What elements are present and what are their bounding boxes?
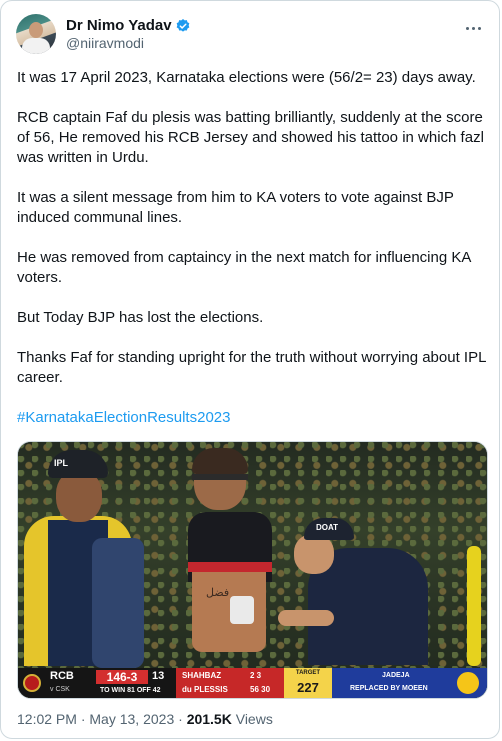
target-block: TARGET 227 [284,668,332,698]
team-block: RCB v CSK [46,668,96,698]
name-row: Dr Nimo Yadav [66,17,191,34]
arm-guard [230,596,254,624]
verified-badge-icon [176,18,189,32]
separator: · [178,711,183,727]
team-name: RCB [50,670,74,682]
tweet-header: Dr Nimo Yadav @niiravmodi [16,14,191,54]
tweet-paragraph: He was removed from captaincy in the nex… [17,249,471,286]
tweet-paragraph: Thanks Faf for standing upright for the … [17,349,486,386]
player-faf: فضل [184,446,294,665]
head [294,534,334,574]
tweet-image[interactable]: IPL فضل DOAT RCB v CSK 146-3 13 TO WIN 8… [17,441,488,699]
cap-logo: IPL [54,458,69,468]
rcb-logo-icon [18,668,46,698]
score-block: 146-3 13 TO WIN 81 OFF 42 [96,668,176,698]
scoreboard: RCB v CSK 146-3 13 TO WIN 81 OFF 42 SHAH… [18,668,487,698]
more-options-icon[interactable] [463,17,485,39]
author-handle[interactable]: @niiravmodi [66,35,191,51]
need-text: TO WIN 81 OFF 42 [100,687,161,694]
jersey-stripe [188,562,272,572]
bowler-block: JADEJA REPLACED BY MOEEN [332,668,487,698]
batter2-runs: 56 30 [250,685,271,694]
batter1-runs: 2 3 [250,671,262,680]
tweet-time[interactable]: 12:02 PM [17,711,77,727]
tweet-paragraph: It was 17 April 2023, Karnataka election… [17,69,476,86]
avatar-body [22,38,50,54]
tattoo-text: فضل [206,586,230,599]
opponent-name: v CSK [50,686,70,693]
towel [92,538,144,668]
batters-block: SHAHBAZ 2 3 du PLESSIS 56 30 [176,668,284,698]
hashtag-link[interactable]: #KarnatakaElectionResults2023 [17,409,230,426]
separator: · [80,711,86,727]
player-left: IPL [24,450,144,668]
target-label: TARGET [295,670,321,676]
tweet-date[interactable]: May 13, 2023 [89,711,174,727]
player-right: DOAT [278,518,428,665]
csk-logo-icon [455,670,481,696]
tweet-paragraph: RCB captain Faf du plesis was batting br… [17,109,484,166]
views-label: Views [235,711,273,727]
views-count: 201.5K [186,711,232,727]
tweet-card: Dr Nimo Yadav @niiravmodi It was 17 Apri… [0,0,500,739]
torso [192,572,266,652]
cap-logo: DOAT [316,523,339,532]
tweet-paragraph: But Today BJP has lost the elections. [17,309,264,326]
avatar-face [29,22,43,38]
tweet-paragraph: It was a silent message from him to KA v… [17,189,454,226]
tweet-text: It was 17 April 2023, Karnataka election… [17,68,489,448]
overs-value: 13 [152,670,165,682]
author-name[interactable]: Dr Nimo Yadav [66,17,172,34]
bowler-name: JADEJA [382,672,410,679]
avatar[interactable] [16,14,56,54]
headband [192,474,248,480]
bowler-note: REPLACED BY MOEEN [350,685,428,692]
batter2-name: du PLESSIS [182,685,228,694]
arm [278,610,334,626]
hair [192,448,248,474]
tweet-meta: 12:02 PM · May 13, 2023 · 201.5K Views [17,711,273,727]
author-info: Dr Nimo Yadav @niiravmodi [66,17,191,51]
target-value: 227 [297,680,319,695]
yellow-jersey-edge [467,546,481,666]
score-value: 146-3 [96,670,148,684]
batter1-name: SHAHBAZ [182,671,222,680]
